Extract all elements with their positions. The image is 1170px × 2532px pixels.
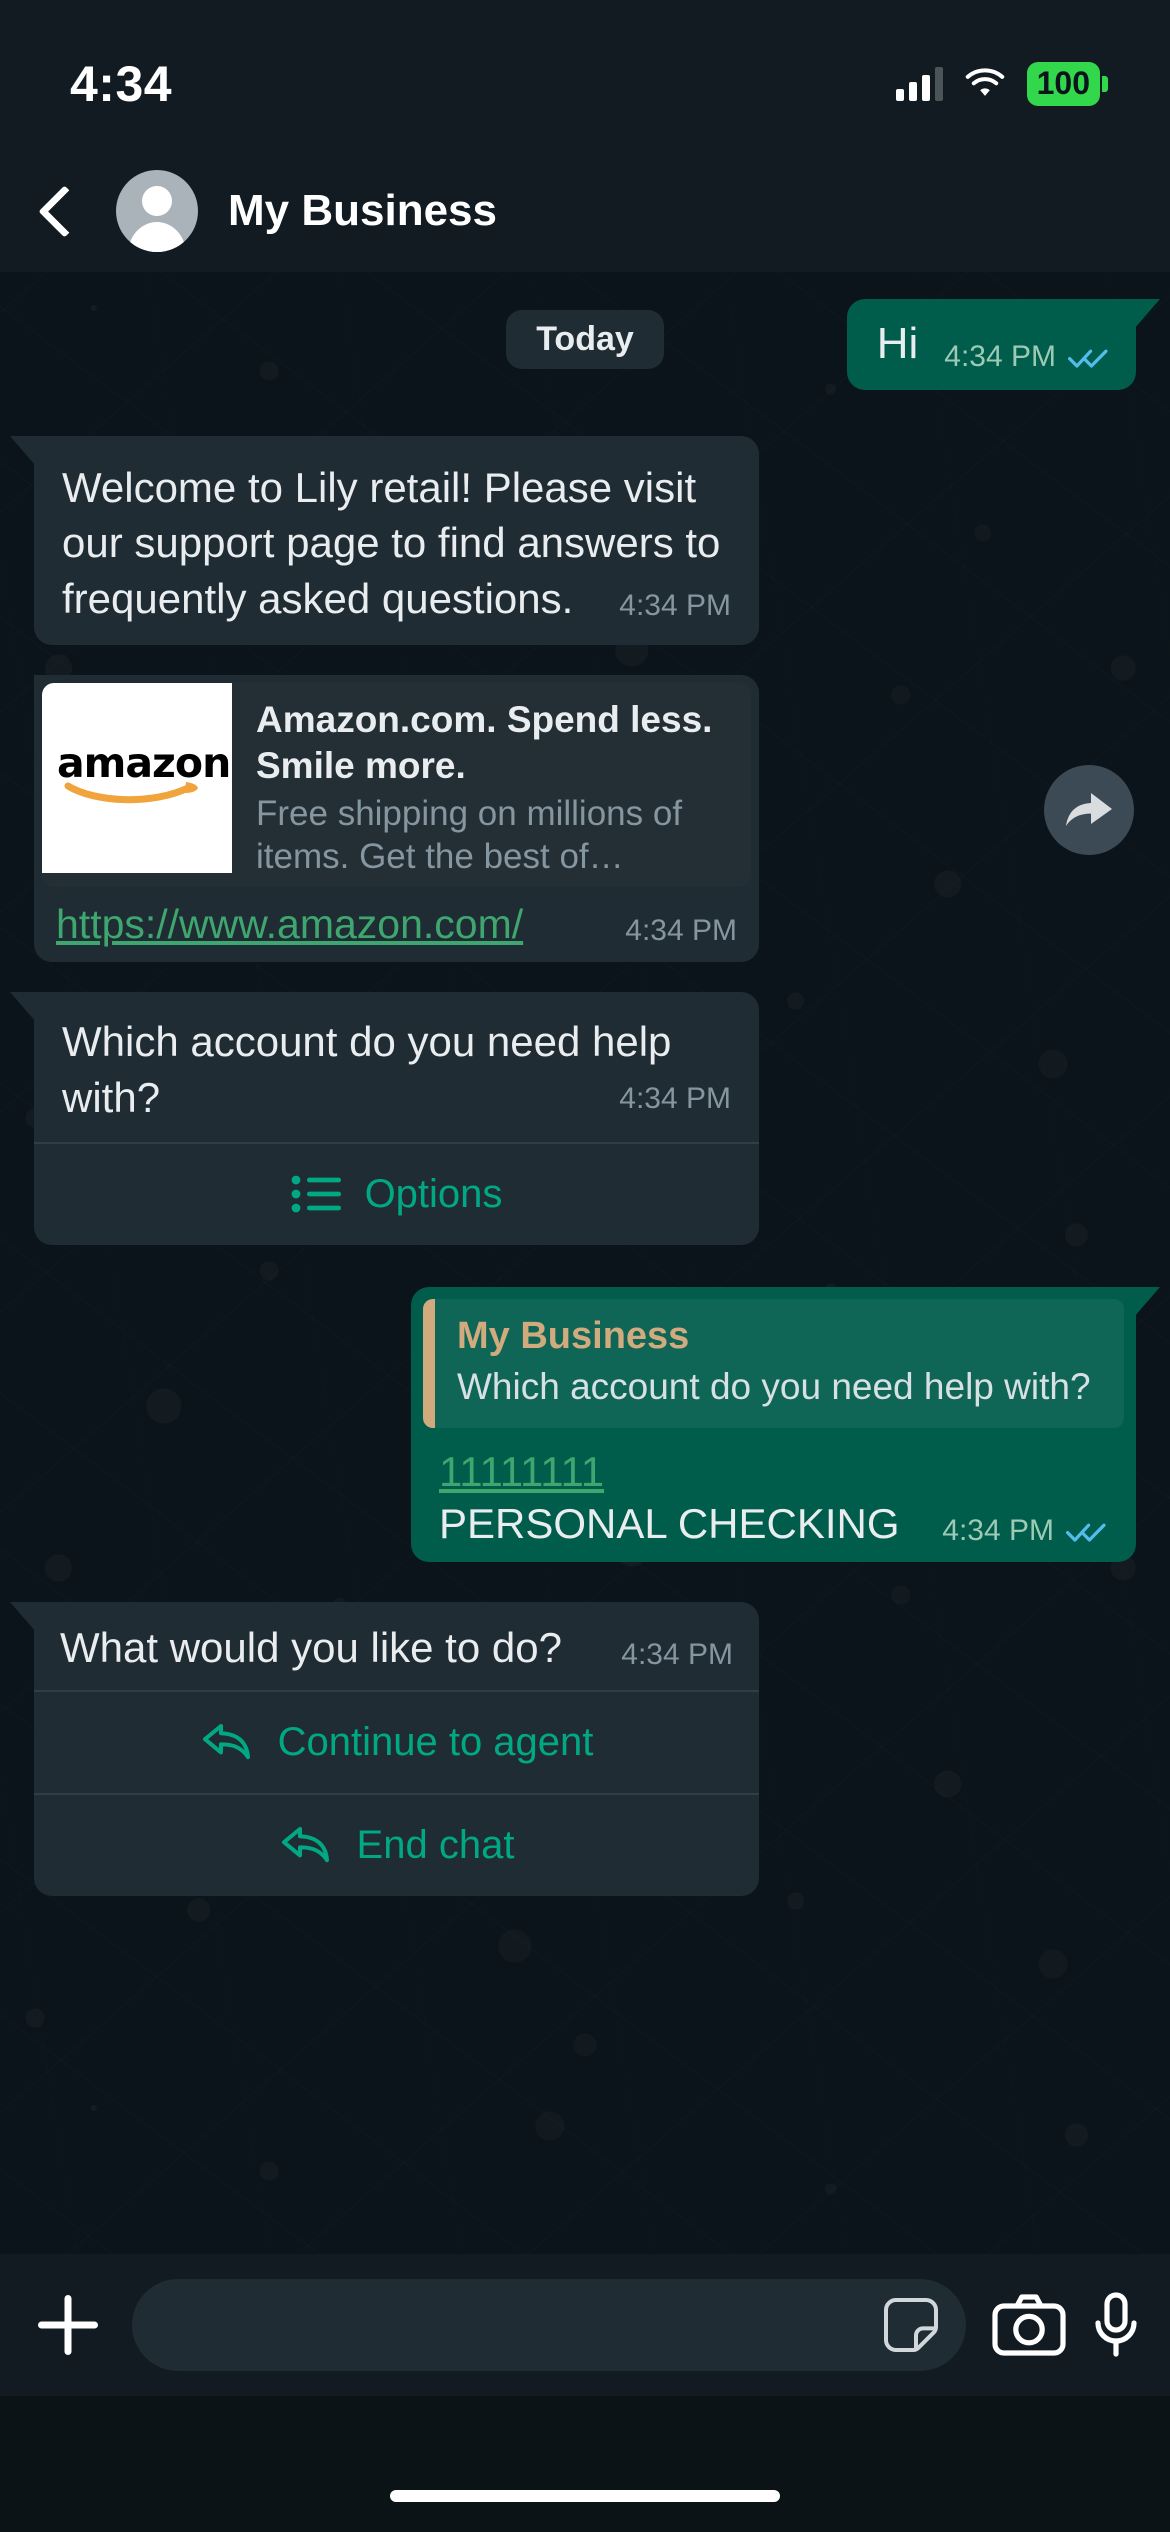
link-url[interactable]: https://www.amazon.com/ (56, 901, 523, 948)
message-composer (0, 2254, 1170, 2396)
list-options-icon (291, 1172, 343, 1216)
link-preview-title: Amazon.com. Spend less. Smile more. (256, 697, 731, 788)
quote-accent-bar (423, 1299, 435, 1428)
message-body: 11111111 PERSONAL CHECKING 4:34 PM (423, 1428, 1124, 1548)
options-button-label: Options (365, 1172, 503, 1217)
link-preview-url-row: https://www.amazon.com/ 4:34 PM (42, 887, 751, 948)
message-meta: 4:34 PM (942, 1514, 1108, 1548)
home-indicator (390, 2490, 780, 2502)
sticker-icon[interactable] (882, 2296, 940, 2354)
message-time: 4:34 PM (625, 914, 737, 948)
message-meta: 4:34 PM (625, 914, 737, 948)
message-time: 4:34 PM (944, 340, 1056, 374)
double-check-read-icon (1068, 344, 1110, 370)
continue-to-agent-label: Continue to agent (278, 1720, 594, 1765)
continue-to-agent-button[interactable]: Continue to agent (34, 1692, 759, 1793)
link-preview-description: Free shipping on millions of items. Get … (256, 792, 731, 879)
account-number-link[interactable]: 11111111 (439, 1448, 604, 1496)
message-bubble-link-preview[interactable]: amazon Amazon.com. Spend less. Smile mor… (34, 675, 759, 962)
end-chat-label: End chat (357, 1823, 515, 1868)
message-bubble-what-to-do[interactable]: What would you like to do? 4:34 PM Conti… (34, 1602, 759, 1896)
message-meta: 4:34 PM (619, 1082, 731, 1116)
message-text: Which account do you need help with? (62, 1018, 671, 1121)
message-bubble-welcome[interactable]: Welcome to Lily retail! Please visit our… (34, 436, 759, 646)
message-meta: 4:34 PM (621, 1638, 733, 1672)
forward-arrow-icon[interactable] (1044, 765, 1134, 855)
message-row-quoted-reply: My Business Which account do you need he… (0, 1287, 1170, 1562)
cellular-signal-icon (896, 67, 943, 101)
message-bubble-account-reply[interactable]: My Business Which account do you need he… (411, 1287, 1136, 1562)
avatar[interactable] (116, 170, 198, 252)
account-name: PERSONAL CHECKING (439, 1500, 900, 1548)
message-input-container[interactable] (132, 2279, 966, 2371)
message-bubble-hi[interactable]: Hi 4:34 PM (847, 299, 1136, 390)
message-time: 4:34 PM (942, 1514, 1054, 1548)
message-bubble-which-account[interactable]: Which account do you need help with? 4:3… (34, 992, 759, 1245)
message-text: Hi (877, 315, 919, 374)
status-bar: 4:34 100 (0, 0, 1170, 150)
link-preview-thumbnail: amazon (42, 683, 232, 873)
message-meta: 4:34 PM (944, 340, 1110, 374)
quoted-text: Which account do you need help with? (457, 1364, 1091, 1410)
message-time: 4:34 PM (621, 1638, 733, 1672)
chat-message-list[interactable]: Today Hi 4:34 PM (0, 272, 1170, 2396)
message-body: What would you like to do? 4:34 PM (34, 1602, 759, 1690)
message-time: 4:34 PM (619, 1082, 731, 1116)
message-time: 4:34 PM (619, 589, 731, 623)
quoted-author: My Business (457, 1315, 1091, 1358)
account-name-row: PERSONAL CHECKING 4:34 PM (439, 1500, 1108, 1548)
status-bar-indicators: 100 (896, 44, 1100, 106)
end-chat-button[interactable]: End chat (34, 1795, 759, 1896)
status-bar-time: 4:34 (70, 37, 172, 113)
amazon-logo-icon: amazon (57, 743, 217, 813)
whatsapp-chat-screen: 4:34 100 My Business Today (0, 0, 1170, 2532)
reply-arrow-icon (279, 1823, 335, 1867)
message-row-incoming: Welcome to Lily retail! Please visit our… (0, 436, 1170, 646)
camera-icon[interactable] (992, 2294, 1066, 2356)
wifi-icon (963, 67, 1007, 101)
plus-icon[interactable] (30, 2287, 106, 2363)
microphone-icon[interactable] (1092, 2292, 1140, 2358)
chat-header: My Business (0, 150, 1170, 272)
amazon-wordmark: amazon (57, 743, 217, 784)
quoted-message[interactable]: My Business Which account do you need he… (423, 1299, 1124, 1428)
battery-icon: 100 (1027, 62, 1100, 106)
message-meta: 4:34 PM (619, 589, 731, 623)
back-chevron-icon[interactable] (34, 181, 88, 241)
message-row-outgoing: Hi 4:34 PM (0, 299, 1170, 390)
link-preview-body: Amazon.com. Spend less. Smile more. Free… (232, 683, 751, 887)
reply-arrow-icon (200, 1720, 256, 1764)
page-title[interactable]: My Business (228, 186, 497, 236)
double-check-read-icon (1066, 1518, 1108, 1544)
options-button[interactable]: Options (34, 1144, 759, 1245)
quoted-message-body: My Business Which account do you need he… (435, 1299, 1113, 1428)
message-row-interactive-list: Which account do you need help with? 4:3… (0, 992, 1170, 1245)
message-row-link-preview: amazon Amazon.com. Spend less. Smile mor… (0, 675, 1170, 962)
link-preview-card[interactable]: amazon Amazon.com. Spend less. Smile mor… (42, 683, 751, 887)
message-row-final-actions: What would you like to do? 4:34 PM Conti… (0, 1602, 1170, 1896)
message-body: Which account do you need help with? 4:3… (34, 992, 759, 1142)
message-text: What would you like to do? (60, 1624, 562, 1672)
